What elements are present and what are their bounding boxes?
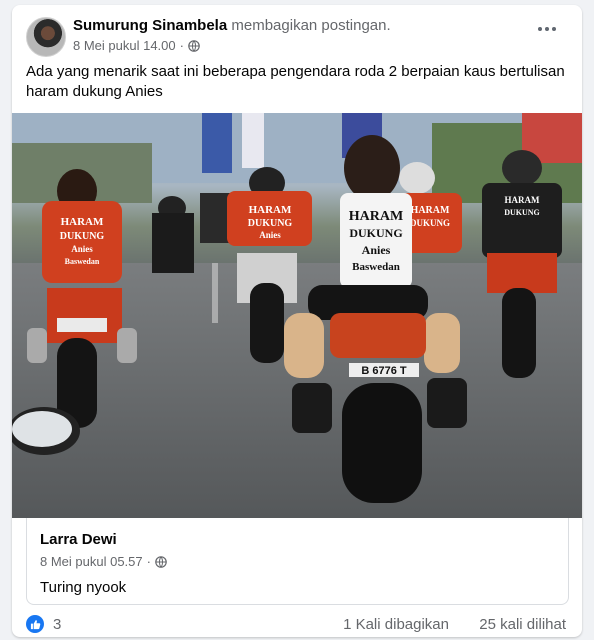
svg-text:DUKUNG: DUKUNG <box>60 231 105 242</box>
svg-text:Anies: Anies <box>259 230 281 240</box>
author-line: Sumurung Sinambela membagikan postingan. <box>73 17 391 34</box>
svg-text:Baswedan: Baswedan <box>65 257 100 266</box>
svg-text:HARAM: HARAM <box>249 204 292 216</box>
more-options-icon[interactable] <box>538 25 558 33</box>
globe-icon <box>188 39 200 52</box>
like-count[interactable]: 3 <box>53 616 61 633</box>
svg-text:HARAM: HARAM <box>411 205 450 216</box>
shirt-text-line-4: Baswedan <box>352 261 400 273</box>
post-timestamp[interactable]: 8 Mei pukul 14.00 <box>73 38 176 53</box>
shared-post[interactable]: Larra Dewi 8 Mei pukul 05.57 · Turing ny… <box>26 518 569 605</box>
like-icon[interactable] <box>26 615 44 633</box>
shared-post-timestamp[interactable]: 8 Mei pukul 05.57 <box>40 554 143 569</box>
svg-text:Anies: Anies <box>71 244 93 254</box>
photo-illustration: HARAM DUKUNG Anies Baswedan HARAM DUKUNG… <box>12 113 582 518</box>
svg-text:DUKUNG: DUKUNG <box>504 208 540 217</box>
globe-icon <box>155 555 167 568</box>
svg-text:HARAM: HARAM <box>505 195 540 205</box>
svg-text:DUKUNG: DUKUNG <box>248 218 293 229</box>
post-meta: 8 Mei pukul 14.00 · <box>73 38 200 53</box>
shirt-text-line-1: HARAM <box>349 209 403 224</box>
avatar[interactable] <box>26 17 66 57</box>
post-header: Sumurung Sinambela membagikan postingan.… <box>26 15 566 59</box>
shirt-text-line-2: DUKUNG <box>349 226 402 240</box>
author-name[interactable]: Sumurung Sinambela <box>73 17 227 34</box>
shared-post-meta: 8 Mei pukul 05.57 · <box>40 554 167 569</box>
view-count: 25 kali dilihat <box>479 616 566 633</box>
svg-text:DUKUNG: DUKUNG <box>410 218 450 228</box>
shared-action-text: membagikan postingan. <box>231 17 391 34</box>
plate-text: B 6776 T <box>361 365 407 377</box>
svg-text:HARAM: HARAM <box>61 216 104 228</box>
page: Sumurung Sinambela membagikan postingan.… <box>0 0 594 640</box>
post-text: Ada yang menarik saat ini beberapa penge… <box>26 63 565 100</box>
post-photo[interactable]: HARAM DUKUNG Anies Baswedan HARAM DUKUNG… <box>12 113 582 518</box>
post-card: Sumurung Sinambela membagikan postingan.… <box>12 5 582 637</box>
shared-author-name[interactable]: Larra Dewi <box>40 531 117 548</box>
shared-post-text: Turing nyook <box>40 579 127 596</box>
shirt-text-line-3: Anies <box>362 243 391 257</box>
post-footer: 3 1 Kali dibagikan 25 kali dilihat <box>26 615 566 633</box>
share-count[interactable]: 1 Kali dibagikan <box>343 616 449 633</box>
